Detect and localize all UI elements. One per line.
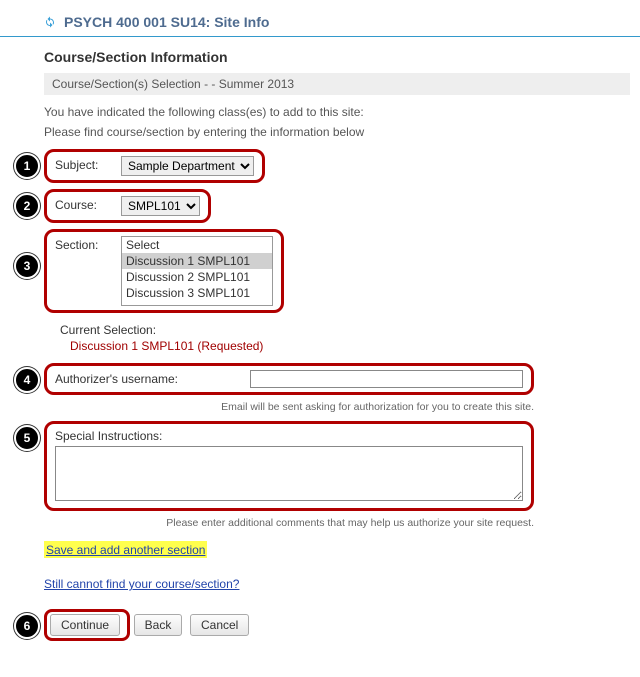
step-badge-2: 2 <box>14 193 40 219</box>
section-option-select[interactable]: Select <box>122 237 272 253</box>
step-badge-5: 5 <box>14 425 40 451</box>
special-note: Please enter additional comments that ma… <box>44 517 534 529</box>
continue-highlight: Continue <box>44 609 130 641</box>
cancel-button[interactable]: Cancel <box>190 614 249 636</box>
current-selection-label: Current Selection: <box>60 323 630 337</box>
course-group: Course: SMPL101 <box>44 189 211 223</box>
subject-label: Subject: <box>55 156 121 172</box>
section-option-1[interactable]: Discussion 1 SMPL101 <box>122 253 272 269</box>
authorizer-group: Authorizer's username: <box>44 363 534 395</box>
authorizer-label: Authorizer's username: <box>55 370 250 386</box>
subject-select[interactable]: Sample Department <box>121 156 254 176</box>
section-listbox[interactable]: Select Discussion 1 SMPL101 Discussion 2… <box>121 236 273 306</box>
still-cannot-find-link[interactable]: Still cannot find your course/section? <box>44 577 239 591</box>
step-badge-1: 1 <box>14 153 40 179</box>
save-add-another-link[interactable]: Save and add another section <box>46 543 205 557</box>
authorizer-note: Email will be sent asking for authorizat… <box>44 401 534 413</box>
intro-text: You have indicated the following class(e… <box>44 105 630 119</box>
current-selection-value: Discussion 1 SMPL101 (Requested) <box>70 339 630 353</box>
special-group: Special Instructions: <box>44 421 534 511</box>
course-select[interactable]: SMPL101 <box>121 196 200 216</box>
section-option-2[interactable]: Discussion 2 SMPL101 <box>122 269 272 285</box>
subject-group: Subject: Sample Department <box>44 149 265 183</box>
step-badge-3: 3 <box>14 253 40 279</box>
hint-text: Please find course/section by entering t… <box>44 125 630 139</box>
section-label: Section: <box>55 236 121 252</box>
section-heading: Course/Section Information <box>44 49 630 65</box>
save-add-highlight: Save and add another section <box>44 541 207 558</box>
course-label: Course: <box>55 196 121 212</box>
special-label: Special Instructions: <box>55 429 162 443</box>
section-group: Section: Select Discussion 1 SMPL101 Dis… <box>44 229 284 313</box>
step-badge-4: 4 <box>14 367 40 393</box>
authorizer-input[interactable] <box>250 370 523 388</box>
continue-button[interactable]: Continue <box>50 614 120 636</box>
page-header: PSYCH 400 001 SU14: Site Info <box>0 10 640 37</box>
page-title: PSYCH 400 001 SU14: Site Info <box>44 14 269 30</box>
step-badge-6: 6 <box>14 613 40 639</box>
selection-bar: Course/Section(s) Selection - - Summer 2… <box>44 73 630 95</box>
special-textarea[interactable] <box>55 446 523 501</box>
back-button[interactable]: Back <box>134 614 183 636</box>
section-option-3[interactable]: Discussion 3 SMPL101 <box>122 285 272 301</box>
